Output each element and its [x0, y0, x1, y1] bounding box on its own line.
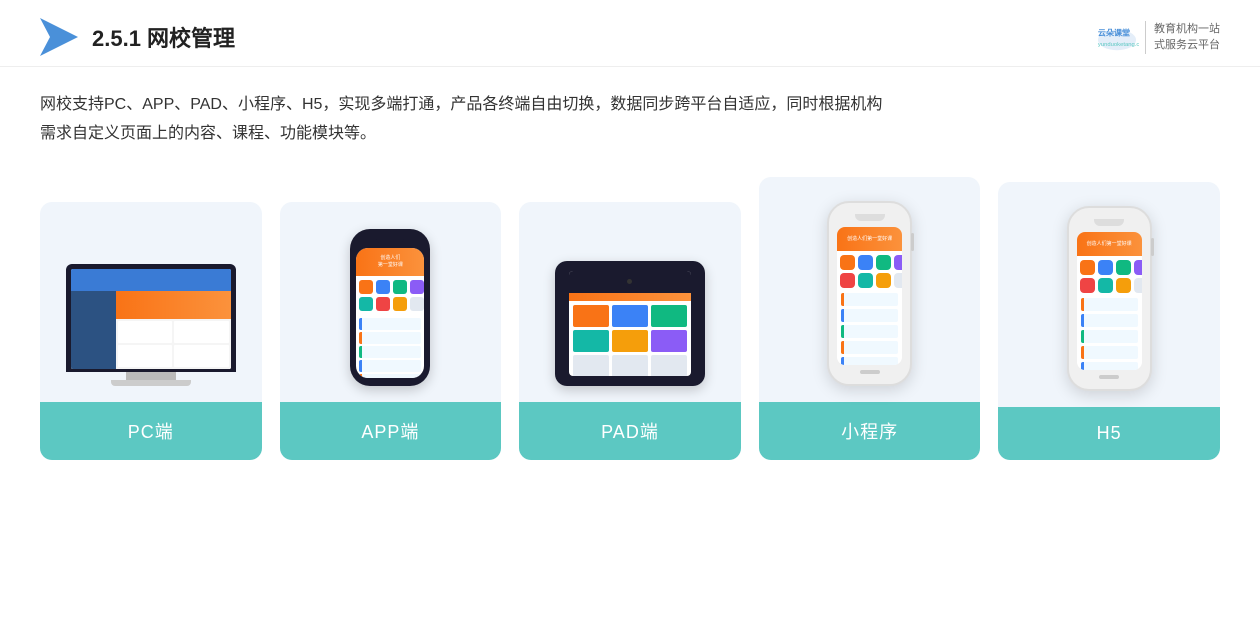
svg-text:yunduoketang.com: yunduoketang.com [1098, 42, 1139, 48]
pc-screen-outer [66, 264, 236, 372]
brand-text: 教育机构一站 式服务云平台 [1145, 21, 1220, 54]
app-label: APP端 [280, 402, 502, 460]
pad-content [569, 301, 691, 376]
description-text: 网校支持PC、APP、PAD、小程序、H5，实现多端打通，产品各终端自由切换，数… [40, 91, 1220, 149]
content-area: 网校支持PC、APP、PAD、小程序、H5，实现多端打通，产品各终端自由切换，数… [0, 67, 1260, 480]
mini-screen-header: 创造人们第一堂好课 [837, 227, 902, 251]
device-card-h5: 创造人们第一堂好课 [998, 182, 1220, 460]
page-title: 2.5.1 网校管理 [92, 21, 235, 53]
pc-mockup [66, 264, 236, 386]
pc-sidebar [71, 291, 116, 369]
side-button [911, 233, 914, 251]
phone-notch-app [376, 237, 404, 245]
logo-arrow-icon [40, 18, 78, 56]
pc-label: PC端 [40, 402, 262, 460]
h5-screen-list [1077, 295, 1142, 370]
h5-screen-header: 创造人们第一堂好课 [1077, 232, 1142, 256]
phone-screen-app: 创造人们第一堂好课 [356, 248, 424, 378]
svg-text:云朵课堂: 云朵课堂 [1098, 28, 1130, 38]
pad-camera [627, 279, 632, 284]
brand-line1: 教育机构一站 [1154, 21, 1220, 38]
header: 2.5.1 网校管理 云朵课堂 yunduoketang.com 教育机构一站 … [0, 0, 1260, 67]
device-card-miniprogram: 创造人们第一堂好课 [759, 177, 981, 460]
pc-screen-content [71, 269, 231, 369]
pc-stand [126, 372, 176, 380]
pad-mockup [555, 261, 705, 386]
pc-screen-inner [71, 269, 231, 369]
title-bold: 网校管理 [147, 26, 235, 51]
mini-notch [855, 214, 885, 221]
home-button [860, 370, 880, 374]
h5-label: H5 [998, 407, 1220, 460]
app-image-area: 创造人们第一堂好课 [280, 202, 502, 402]
brand-cloud-icon: 云朵课堂 yunduoketang.com [1095, 19, 1139, 55]
device-card-pc: PC端 [40, 202, 262, 460]
pc-base [111, 380, 191, 386]
pc-main [116, 319, 231, 369]
brand-logo: 云朵课堂 yunduoketang.com 教育机构一站 式服务云平台 [1095, 19, 1220, 55]
h5-phone-screen: 创造人们第一堂好课 [1077, 232, 1142, 370]
pad-top [569, 271, 691, 293]
h5-image-area: 创造人们第一堂好课 [998, 182, 1220, 407]
mini-screen-list [837, 290, 902, 365]
miniprogram-label: 小程序 [759, 402, 981, 460]
mini-screen-icons [837, 251, 902, 290]
phone-cards-app [356, 315, 424, 378]
miniprogram-image-area: 创造人们第一堂好课 [759, 177, 981, 402]
pad-outer [555, 261, 705, 386]
h5-screen-icons [1077, 256, 1142, 295]
header-left: 2.5.1 网校管理 [40, 18, 235, 56]
mini-phone-outer: 创造人们第一堂好课 [827, 201, 912, 386]
h5-notch-bar [1077, 218, 1142, 228]
page-wrapper: 2.5.1 网校管理 云朵课堂 yunduoketang.com 教育机构一站 … [0, 0, 1260, 630]
pc-image-area [40, 202, 262, 402]
brand-line2: 式服务云平台 [1154, 37, 1220, 54]
mini-notch-bar [837, 213, 902, 223]
pc-banner [116, 291, 231, 321]
phone-mockup-app: 创造人们第一堂好课 [350, 229, 430, 386]
pad-screen [569, 271, 691, 376]
device-card-pad: PAD端 [519, 202, 741, 460]
title-prefix: 2.5.1 [92, 26, 147, 51]
phone-outer-app: 创造人们第一堂好课 [350, 229, 430, 386]
desc-line1: 网校支持PC、APP、PAD、小程序、H5，实现多端打通，产品各终端自由切换，数… [40, 91, 1220, 120]
pad-image-area [519, 202, 741, 402]
pad-label: PAD端 [519, 402, 741, 460]
h5-side-button [1151, 238, 1154, 256]
mini-phone-screen: 创造人们第一堂好课 [837, 227, 902, 365]
h5-notch [1094, 219, 1124, 226]
h5-home-button [1099, 375, 1119, 379]
desc-line2: 需求自定义页面上的内容、课程、功能模块等。 [40, 120, 1220, 149]
pad-banner [569, 293, 691, 301]
device-card-app: 创造人们第一堂好课 [280, 202, 502, 460]
h5-phone-mockup: 创造人们第一堂好课 [1067, 206, 1152, 391]
phone-icons-app [356, 276, 424, 315]
h5-phone-outer: 创造人们第一堂好课 [1067, 206, 1152, 391]
cards-container: PC端 创造人们第一堂好课 [40, 177, 1220, 460]
phone-screen-top-app: 创造人们第一堂好课 [356, 248, 424, 276]
mini-phone-mockup: 创造人们第一堂好课 [827, 201, 912, 386]
